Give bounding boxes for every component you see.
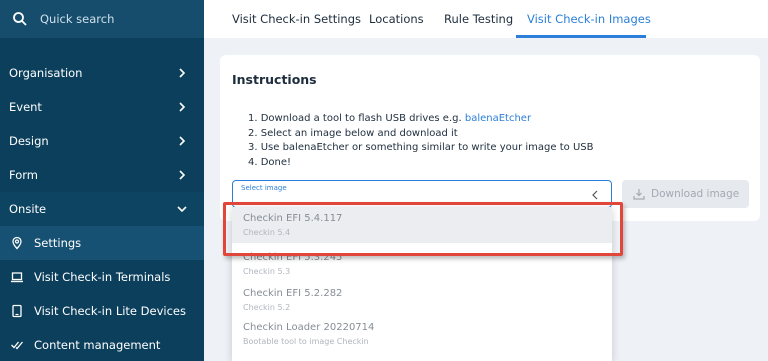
image-select-label: Select image [241,184,287,192]
step-3: 3. Use balenaEtcher or something similar… [248,142,594,153]
sidebar-item-onsite[interactable]: Onsite [0,192,204,226]
chevron-down-icon [177,206,187,213]
sidebar-item-label: Organisation [9,66,83,80]
sidebar-item-label: Form [9,168,38,182]
sidebar-item-organisation[interactable]: Organisation [0,56,204,90]
chevron-right-icon [179,68,186,78]
tablet-icon [12,304,22,318]
step-4: 4. Done! [248,156,292,168]
laptop-icon [11,272,23,283]
sidebar-subitem-label: Content management [34,338,161,352]
checks-icon [11,341,23,350]
sidebar-subitem-terminals[interactable]: Visit Check-in Terminals [0,260,204,294]
search-bar[interactable]: Quick search [0,0,204,38]
tab-visit-checkin-settings[interactable]: Visit Check-in Settings [232,0,361,38]
search-placeholder: Quick search [40,12,115,26]
instructions-title: Instructions [232,72,317,87]
active-tab-indicator [516,35,646,38]
download-image-label: Download image [651,188,740,200]
chevron-right-icon [179,170,186,180]
sidebar-subitem-lite-devices[interactable]: Visit Check-in Lite Devices [0,294,204,328]
sidebar-subitem-content-management[interactable]: Content management [0,328,204,361]
chevron-left-icon [592,190,598,200]
tab-locations[interactable]: Locations [369,0,424,38]
step-1: 1. Download a tool to flash USB drives e… [248,113,532,124]
sidebar-item-event[interactable]: Event [0,90,204,124]
dropdown-option[interactable]: Checkin Loader 20220714 Bootable tool to… [232,316,612,352]
sidebar-subitem-settings[interactable]: Settings [0,226,204,260]
location-pin-icon [12,236,22,250]
sidebar-item-form[interactable]: Form [0,158,204,192]
balenaetcher-link[interactable]: balenaEtcher [465,113,531,124]
search-icon [13,12,27,26]
option-description: Bootable tool to image Checkin [243,337,369,346]
chevron-right-icon [179,102,186,112]
download-icon [633,189,645,200]
tab-rule-testing[interactable]: Rule Testing [444,0,513,38]
sidebar-item-label: Event [9,100,42,114]
step-2: 2. Select an image below and download it [248,127,458,139]
sidebar-item-design[interactable]: Design [0,124,204,158]
sidebar-subitem-label: Visit Check-in Lite Devices [34,304,186,318]
download-image-button[interactable]: Download image [622,180,749,208]
dropdown-option[interactable]: Checkin EFI 5.2.282 Checkin 5.2 [232,282,612,318]
sidebar: Quick search Organisation Event Design F… [0,0,204,361]
chevron-right-icon [179,136,186,146]
sidebar-subitem-label: Settings [34,236,82,250]
sidebar-item-label: Onsite [9,202,47,216]
option-description: Checkin 5.3 [243,267,291,276]
sidebar-subitem-label: Visit Check-in Terminals [34,270,171,284]
option-name: Checkin EFI 5.2.282 [243,288,343,299]
sidebar-item-label: Design [9,134,49,148]
instructions-steps: 1. Download a tool to flash USB drives e… [248,112,593,170]
tab-bar: Visit Check-in Settings Locations Rule T… [204,0,768,38]
tab-visit-checkin-images[interactable]: Visit Check-in Images [527,0,651,38]
annotation-highlight-box [223,202,623,256]
option-description: Checkin 5.2 [243,303,291,312]
option-name: Checkin Loader 20220714 [243,322,375,333]
